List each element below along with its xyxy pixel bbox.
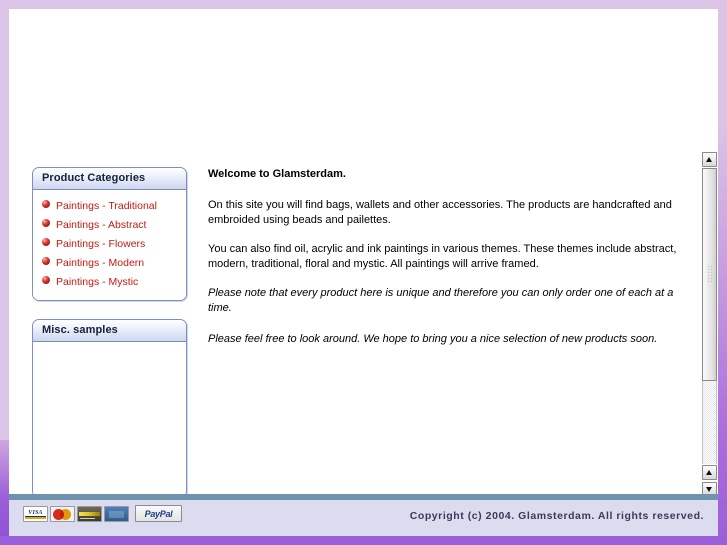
page-frame: Product Categories Paintings - Tradition… (0, 0, 727, 545)
card-signature-line (80, 517, 95, 519)
maestro-icon (77, 505, 102, 522)
mastercard-circle-yellow (60, 508, 71, 520)
sidebar-item-paintings-abstract[interactable]: Paintings - Abstract (56, 219, 146, 231)
mastercard-icon (50, 505, 75, 522)
intro-paragraph-1: On this site you will find bags, wallets… (208, 199, 672, 226)
panel-misc-samples: Misc. samples (32, 319, 187, 498)
card-magnetic-stripe (79, 511, 100, 516)
scrollbar-thumb[interactable] (702, 168, 717, 381)
list-item[interactable]: Paintings - Modern (42, 255, 180, 270)
sidebar-item-paintings-mystic[interactable]: Paintings - Mystic (56, 276, 138, 288)
red-bullet-icon (42, 276, 50, 284)
panel-title-product-categories: Product Categories (33, 168, 186, 190)
red-bullet-icon (42, 257, 50, 265)
list-item[interactable]: Paintings - Traditional (42, 198, 180, 213)
note-paragraph-1: Please note that every product here is u… (208, 287, 674, 314)
main-content: Welcome to Glamsterdam. On this site you… (208, 167, 685, 347)
payment-methods: VISA PayPal (23, 505, 182, 522)
note-paragraph-2: Please feel free to look around. We hope… (208, 333, 658, 345)
panel-body-misc-samples (33, 342, 186, 497)
vertical-scrollbar[interactable] (701, 151, 718, 500)
red-bullet-icon (42, 200, 50, 208)
bottom-frame-border (0, 536, 727, 545)
intro-paragraph-2: You can also find oil, acrylic and ink p… (208, 243, 677, 270)
chevron-down-icon (706, 487, 712, 492)
page-canvas: Product Categories Paintings - Tradition… (9, 9, 718, 536)
sidebar-item-paintings-modern[interactable]: Paintings - Modern (56, 257, 144, 269)
paypal-icon: PayPal (135, 505, 182, 522)
amex-icon (104, 505, 129, 522)
red-bullet-icon (42, 219, 50, 227)
page-title: Welcome to Glamsterdam. (208, 168, 346, 180)
category-list: Paintings - Traditional Paintings - Abst… (42, 198, 180, 289)
list-item[interactable]: Paintings - Flowers (42, 236, 180, 251)
grip-dots-icon (707, 265, 714, 283)
panel-product-categories: Product Categories Paintings - Tradition… (32, 167, 187, 301)
footer: VISA PayPal Copyright (c) 2004. Glamster… (9, 500, 718, 536)
right-frame-border-lower (718, 125, 727, 545)
copyright-text: Copyright (c) 2004. Glamsterdam. All rig… (409, 510, 704, 522)
content-region: Product Categories Paintings - Tradition… (9, 151, 718, 536)
paypal-label: PayPal (144, 509, 173, 519)
visa-icon: VISA (23, 505, 48, 522)
banner-area (9, 9, 718, 151)
list-item[interactable]: Paintings - Abstract (42, 217, 180, 232)
red-bullet-icon (42, 238, 50, 246)
sidebar-item-paintings-flowers[interactable]: Paintings - Flowers (56, 238, 145, 250)
left-frame-border-lower (0, 440, 9, 545)
sidebar: Product Categories Paintings - Tradition… (32, 167, 187, 536)
scroll-up-button[interactable] (702, 152, 717, 167)
scroll-up-button-secondary[interactable] (702, 465, 717, 480)
chevron-up-icon (706, 157, 712, 162)
card-panel (109, 510, 124, 518)
panel-title-misc-samples: Misc. samples (33, 320, 186, 342)
panel-body-product-categories: Paintings - Traditional Paintings - Abst… (33, 190, 186, 300)
chevron-up-icon (706, 470, 712, 475)
visa-stripe-gold (25, 516, 46, 519)
sidebar-item-paintings-traditional[interactable]: Paintings - Traditional (56, 200, 157, 212)
list-item[interactable]: Paintings - Mystic (42, 274, 180, 289)
